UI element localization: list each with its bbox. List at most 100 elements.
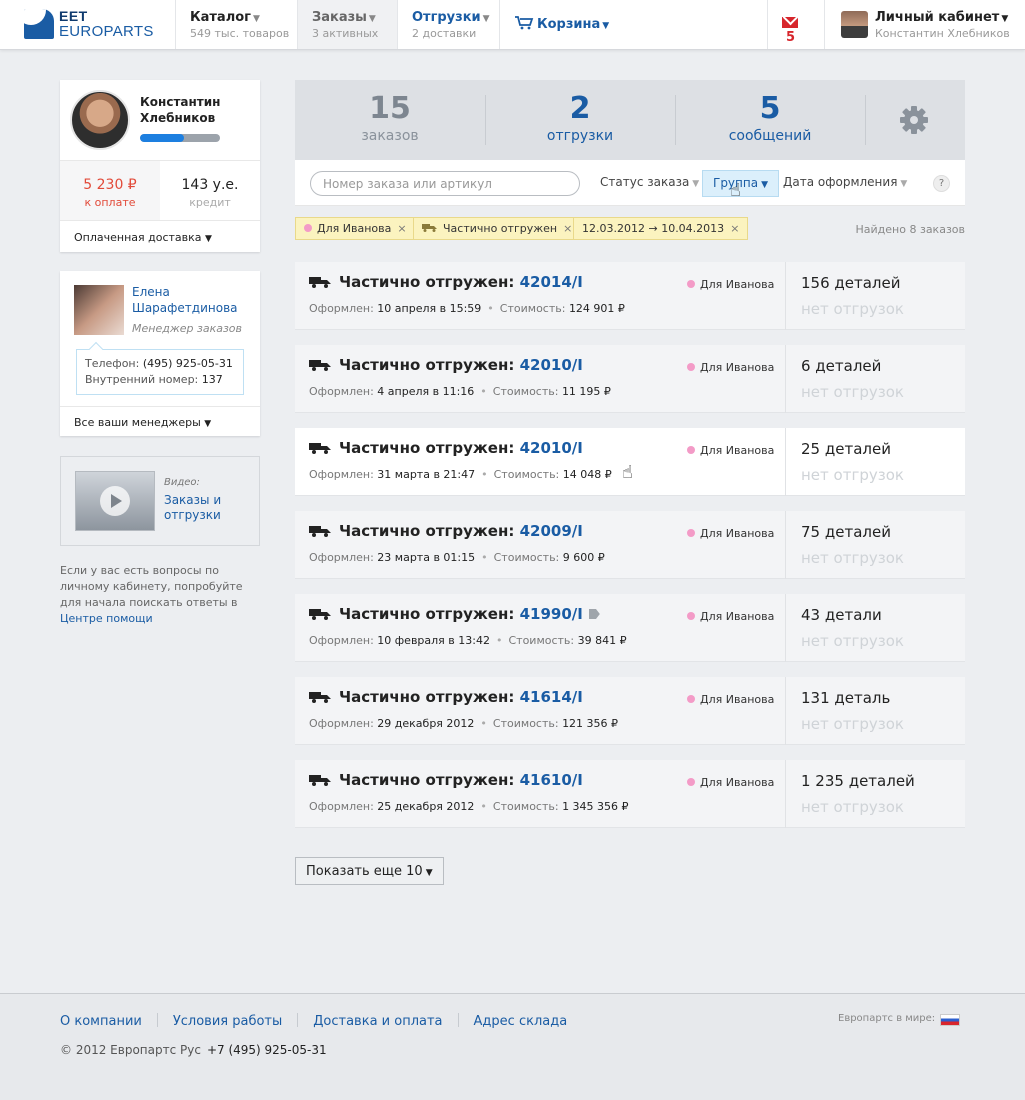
order-title: Частично отгружен: 42009/I xyxy=(309,522,583,540)
nav-orders[interactable]: Заказы ▼ 3 активных xyxy=(297,0,397,49)
footer-link-terms[interactable]: Условия работы xyxy=(173,1014,282,1029)
logo[interactable]: EET EUROPARTS xyxy=(24,8,174,41)
chevron-down-icon: ▼ xyxy=(205,234,212,244)
order-row[interactable]: Частично отгружен: 41614/I Оформлен: 29 д… xyxy=(295,677,965,745)
order-date: 31 марта в 21:47 xyxy=(377,468,476,481)
manager-name-link[interactable]: Елена Шарафетдинова xyxy=(132,284,252,316)
order-group: Для Иванова xyxy=(687,278,774,291)
russia-flag-icon[interactable] xyxy=(940,1014,960,1026)
bullet-separator: • xyxy=(480,385,487,398)
order-group-label: Для Иванова xyxy=(700,610,775,623)
order-group-label: Для Иванова xyxy=(700,361,775,374)
found-count: Найдено 8 заказов xyxy=(855,223,965,236)
order-row[interactable]: Частично отгружен: 41610/I Оформлен: 25 д… xyxy=(295,760,965,828)
nav-catalog[interactable]: Каталог ▼ 549 тыс. товаров xyxy=(175,0,297,49)
video-title-link[interactable]: Заказы и отгрузки xyxy=(164,493,254,523)
order-title: Частично отгружен: 42010/I xyxy=(309,356,583,374)
nav-shipments[interactable]: Отгрузки ▼ 2 доставки xyxy=(397,0,499,49)
order-no-shipments: нет отгрузок xyxy=(801,300,904,318)
world-label: Европартс в мире: xyxy=(838,1013,936,1024)
stat-messages-number: 5 xyxy=(759,91,781,126)
help-center-link[interactable]: Центре помощи xyxy=(60,612,153,625)
bullet-separator: • xyxy=(480,800,487,813)
footer-link-about[interactable]: О компании xyxy=(60,1014,142,1029)
divider xyxy=(785,677,786,745)
to-pay-label: к оплате xyxy=(84,196,136,209)
manager-avatar xyxy=(74,285,124,335)
order-row[interactable]: Частично отгружен: 42010/I Оформлен: 4 ап… xyxy=(295,345,965,413)
close-icon[interactable]: × xyxy=(563,222,572,235)
order-cost-label: Стоимость: xyxy=(493,551,560,564)
order-number-link[interactable]: 41614/I xyxy=(520,688,583,706)
pink-dot-icon xyxy=(304,224,312,232)
filter-status-dropdown[interactable]: Статус заказа ▼ xyxy=(600,175,699,189)
order-cost: 1 345 356 ₽ xyxy=(562,800,629,813)
order-no-shipments: нет отгрузок xyxy=(801,383,904,401)
order-date: 23 марта в 01:15 xyxy=(377,551,476,564)
show-more-button[interactable]: Показать еще 10 ▼ xyxy=(295,857,444,885)
footer-link-warehouse[interactable]: Адрес склада xyxy=(474,1014,568,1029)
order-cost: 11 195 ₽ xyxy=(561,385,611,398)
order-row[interactable]: Частично отгружен: 42009/I Оформлен: 23 м… xyxy=(295,511,965,579)
help-icon[interactable]: ? xyxy=(933,175,950,192)
stat-shipments[interactable]: 2 отгрузки xyxy=(485,92,675,145)
stat-messages-label: сообщений xyxy=(728,128,812,144)
order-number-link[interactable]: 42010/I xyxy=(520,439,583,457)
order-parts: 25 деталей xyxy=(801,440,891,458)
order-cost-label: Стоимость: xyxy=(492,717,559,730)
gear-icon[interactable] xyxy=(899,105,929,135)
close-icon[interactable]: × xyxy=(730,222,739,235)
order-no-shipments: нет отгрузок xyxy=(801,798,904,816)
delivery-dropdown[interactable]: Оплаченная доставка ▼ xyxy=(60,220,260,252)
pink-dot-icon xyxy=(687,612,695,620)
top-bar: EET EUROPARTS Каталог ▼ 549 тыс. товаров … xyxy=(0,0,1025,50)
nav-profile[interactable]: Личный кабинет ▼ Константин Хлебников xyxy=(825,0,1025,49)
search-input[interactable] xyxy=(310,171,580,196)
filter-date-dropdown[interactable]: Дата оформления ▼ xyxy=(783,175,907,189)
close-icon[interactable]: × xyxy=(397,222,406,235)
order-number-link[interactable]: 41610/I xyxy=(520,771,583,789)
order-status: Частично отгружен: xyxy=(339,273,515,291)
logo-line1: EET xyxy=(59,8,88,24)
stat-orders[interactable]: 15 заказов xyxy=(295,92,485,145)
chevron-down-icon: ▼ xyxy=(482,14,490,24)
video-card[interactable]: Видео: Заказы и отгрузки xyxy=(60,456,260,546)
stat-messages[interactable]: 5 сообщений xyxy=(675,91,865,145)
order-number-link[interactable]: 42014/I xyxy=(520,273,583,291)
nav-cart-title: Корзина xyxy=(537,17,601,32)
order-cost: 39 841 ₽ xyxy=(577,634,627,647)
order-status: Частично отгружен: xyxy=(339,522,515,540)
order-group: Для Иванова xyxy=(687,776,774,789)
order-number-link[interactable]: 42009/I xyxy=(520,522,583,540)
nav-messages[interactable]: 5 xyxy=(767,0,825,49)
divider xyxy=(785,428,786,496)
user-avatar xyxy=(70,90,130,150)
messages-count: 5 xyxy=(786,30,796,45)
delivery-label: Оплаченная доставка xyxy=(74,231,202,244)
phone-label: Телефон: xyxy=(85,357,140,370)
play-icon[interactable] xyxy=(100,486,130,516)
video-thumbnail[interactable] xyxy=(75,471,155,531)
order-row[interactable]: Частично отгружен: 42014/I Оформлен: 10 а… xyxy=(295,262,965,330)
help-text-body: Если у вас есть вопросы по личному кабин… xyxy=(60,564,243,609)
truck-icon xyxy=(309,277,331,288)
credit-label: кредит xyxy=(189,196,231,209)
order-cost-label: Стоимость: xyxy=(492,800,559,813)
mail-icon xyxy=(782,17,798,28)
order-cost-label: Стоимость: xyxy=(508,634,575,647)
order-row[interactable]: Частично отгружен: 41990/I Оформлен: 10 ф… xyxy=(295,594,965,662)
order-cost: 9 600 ₽ xyxy=(562,551,605,564)
pink-dot-icon xyxy=(687,446,695,454)
footer-link-delivery[interactable]: Доставка и оплата xyxy=(313,1014,442,1029)
order-title: Частично отгружен: 42010/I xyxy=(309,439,583,457)
all-managers-dropdown[interactable]: Все ваши менеджеры ▼ xyxy=(60,406,260,436)
nav-cart[interactable]: Корзина ▼ xyxy=(499,0,619,49)
divider xyxy=(297,1013,299,1027)
order-number-link[interactable]: 42010/I xyxy=(520,356,583,374)
chevron-down-icon: ▼ xyxy=(692,179,700,189)
order-created-label: Оформлен: xyxy=(309,468,374,481)
filter-date-label: Дата оформления xyxy=(783,175,898,189)
to-pay-block[interactable]: 5 230 ₽ к оплате xyxy=(60,160,160,220)
order-number-link[interactable]: 41990/I xyxy=(520,605,583,623)
nav-profile-sub: Константин Хлебников xyxy=(875,27,1010,40)
